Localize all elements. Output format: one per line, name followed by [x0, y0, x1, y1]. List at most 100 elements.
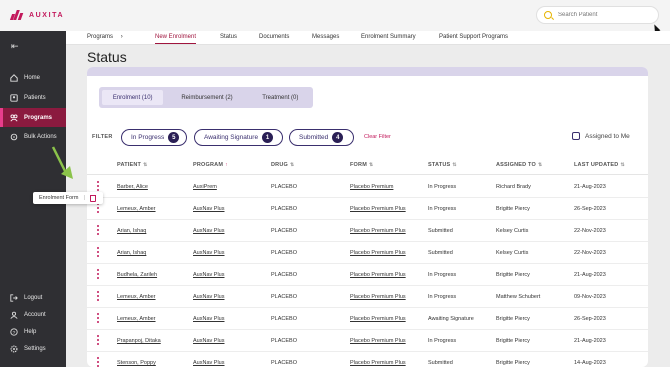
cell-status: In Progress	[428, 272, 457, 278]
assigned-to-me-checkbox[interactable]	[572, 132, 580, 140]
search-box[interactable]	[536, 6, 659, 24]
cell-patient[interactable]: Stenson, Poppy	[117, 360, 156, 366]
more-options-icon[interactable]	[97, 313, 99, 323]
table-row: Arian, Ishaq AuxNav Plus PLACEBO Placebo Pr…	[87, 220, 648, 242]
sidebar-item-programs[interactable]: Programs	[0, 108, 66, 127]
cell-program[interactable]: AuxNav Plus	[193, 360, 225, 366]
home-icon	[10, 73, 18, 82]
bulk-actions-icon	[10, 133, 18, 141]
chip-count: 4	[332, 132, 344, 143]
cell-status: In Progress	[428, 184, 457, 190]
cell-program[interactable]: AuxNav Plus	[193, 250, 225, 256]
cell-assigned-to: Brigitte Piercy	[496, 272, 530, 278]
sidebar-item-patients[interactable]: Patients	[0, 88, 66, 107]
assigned-to-me-toggle[interactable]: Assigned to Me	[572, 132, 630, 140]
cell-form[interactable]: Placebo Premium Plus	[350, 250, 406, 256]
segment-reimbursement[interactable]: Reimbursement (2)	[167, 90, 246, 105]
column-header-status[interactable]: STATUS ⇅	[428, 162, 457, 168]
search-input[interactable]	[558, 12, 653, 18]
chevron-right-icon: ›	[120, 34, 123, 40]
segment-enrolment[interactable]: Enrolment (10)	[102, 90, 164, 105]
sidebar-item-home[interactable]: Home	[0, 68, 66, 87]
cell-assigned-to: Brigitte Piercy	[496, 316, 530, 322]
enrolment-form-tooltip[interactable]: Enrolment Form |	[33, 192, 103, 204]
cell-program[interactable]: AuxNav Plus	[193, 206, 225, 212]
cell-drug: PLACEBO	[271, 338, 297, 344]
column-header-drug[interactable]: DRUG ⇅	[271, 162, 294, 168]
cell-program[interactable]: AuxiPrem	[193, 184, 217, 190]
more-options-icon[interactable]	[97, 357, 99, 367]
cell-form[interactable]: Placebo Premium Plus	[350, 206, 406, 212]
column-header-last-updated[interactable]: LAST UPDATED ⇅	[574, 162, 625, 168]
more-options-icon[interactable]	[97, 269, 99, 279]
cell-form[interactable]: Placebo Premium	[350, 184, 393, 190]
column-header-assigned-to[interactable]: ASSIGNED TO ⇅	[496, 162, 542, 168]
cell-patient[interactable]: Barber, Alice	[117, 184, 148, 190]
sidebar-item-settings[interactable]: Settings	[0, 339, 66, 358]
cell-last-updated: 14-Aug-2023	[574, 360, 606, 366]
sort-icon: ⇅	[538, 162, 543, 168]
cell-patient[interactable]: Arian, Ishaq	[117, 250, 146, 256]
table-header: PATIENT ⇅ PROGRAM ↑ DRUG ⇅ FORM ⇅ STATUS ⇅ AS…	[87, 155, 648, 175]
cell-status: Submitted	[428, 250, 453, 256]
collapse-sidebar-icon[interactable]: ⇤	[11, 42, 21, 51]
more-options-icon[interactable]	[97, 181, 99, 191]
table-row: Barber, Alice AuxiPrem PLACEBO Placebo Prem…	[87, 176, 648, 198]
cell-last-updated: 26-Sep-2023	[574, 316, 606, 322]
cell-form[interactable]: Placebo Premium Plus	[350, 316, 406, 322]
filter-chip-in-progress[interactable]: In Progress 5	[121, 129, 187, 146]
tab-enrolment-summary[interactable]: Enrolment Summary	[361, 34, 416, 40]
cell-status: Submitted	[428, 228, 453, 234]
cell-patient[interactable]: Lemeux, Amber	[117, 206, 156, 212]
cell-patient[interactable]: Lemeux, Amber	[117, 316, 156, 322]
logo[interactable]: AUXITA	[9, 10, 64, 20]
cell-program[interactable]: AuxNav Plus	[193, 272, 225, 278]
sort-icon: ⇅	[620, 162, 625, 168]
column-header-program[interactable]: PROGRAM ↑	[193, 162, 228, 168]
tab-messages[interactable]: Messages	[312, 34, 339, 40]
cell-form[interactable]: Placebo Premium Plus	[350, 338, 406, 344]
trash-icon[interactable]	[89, 194, 96, 202]
chip-label: Submitted	[299, 134, 329, 141]
cell-form[interactable]: Placebo Premium Plus	[350, 360, 406, 366]
filter-chip-submitted[interactable]: Submitted 4	[289, 129, 354, 146]
cell-patient[interactable]: Budhela, Zarileh	[117, 272, 157, 278]
cell-drug: PLACEBO	[271, 184, 297, 190]
tab-status[interactable]: Status	[220, 34, 237, 40]
cell-form[interactable]: Placebo Premium Plus	[350, 294, 406, 300]
sidebar-item-label: Settings	[24, 345, 46, 352]
cell-patient[interactable]: Prapanpoj, Ditaka	[117, 338, 161, 344]
sort-icon: ⇅	[290, 162, 295, 168]
cell-program[interactable]: AuxNav Plus	[193, 316, 225, 322]
cell-patient[interactable]: Arian, Ishaq	[117, 228, 146, 234]
tab-patient-support-programs[interactable]: Patient Support Programs	[439, 34, 508, 40]
table-row: Lemeux, Amber AuxNav Plus PLACEBO Placebo P…	[87, 198, 648, 220]
column-header-patient[interactable]: PATIENT ⇅	[117, 162, 148, 168]
cell-program[interactable]: AuxNav Plus	[193, 338, 225, 344]
cell-form[interactable]: Placebo Premium Plus	[350, 228, 406, 234]
tab-programs[interactable]: Programs ›	[87, 34, 123, 40]
more-options-icon[interactable]	[97, 247, 99, 257]
settings-icon	[10, 345, 18, 353]
cell-program[interactable]: AuxNav Plus	[193, 294, 225, 300]
more-options-icon[interactable]	[97, 291, 99, 301]
programs-icon	[10, 114, 18, 122]
cell-program[interactable]: AuxNav Plus	[193, 228, 225, 234]
column-header-form[interactable]: FORM ⇅	[350, 162, 373, 168]
cell-patient[interactable]: Lemeux, Amber	[117, 294, 156, 300]
cell-status: Submitted	[428, 360, 453, 366]
cell-last-updated: 22-Nov-2023	[574, 250, 606, 256]
segment-treatment[interactable]: Treatment (0)	[251, 90, 310, 105]
cell-assigned-to: Kelsey Curtis	[496, 228, 529, 234]
more-options-icon[interactable]	[97, 203, 99, 213]
more-options-icon[interactable]	[97, 225, 99, 235]
filter-chip-awaiting-signature[interactable]: Awaiting Signature 1	[194, 129, 283, 146]
cell-form[interactable]: Placebo Premium Plus	[350, 272, 406, 278]
sidebar-item-bulk-actions[interactable]: Bulk Actions	[0, 127, 66, 146]
more-options-icon[interactable]	[97, 335, 99, 345]
logout-icon	[10, 293, 18, 302]
tab-documents[interactable]: Documents	[259, 34, 289, 40]
clear-filter-link[interactable]: Clear Filter	[364, 134, 391, 140]
tab-new-enrolment[interactable]: New Enrolment	[155, 34, 197, 44]
status-card: Enrolment (10) Reimbursement (2) Treatme…	[87, 67, 648, 367]
